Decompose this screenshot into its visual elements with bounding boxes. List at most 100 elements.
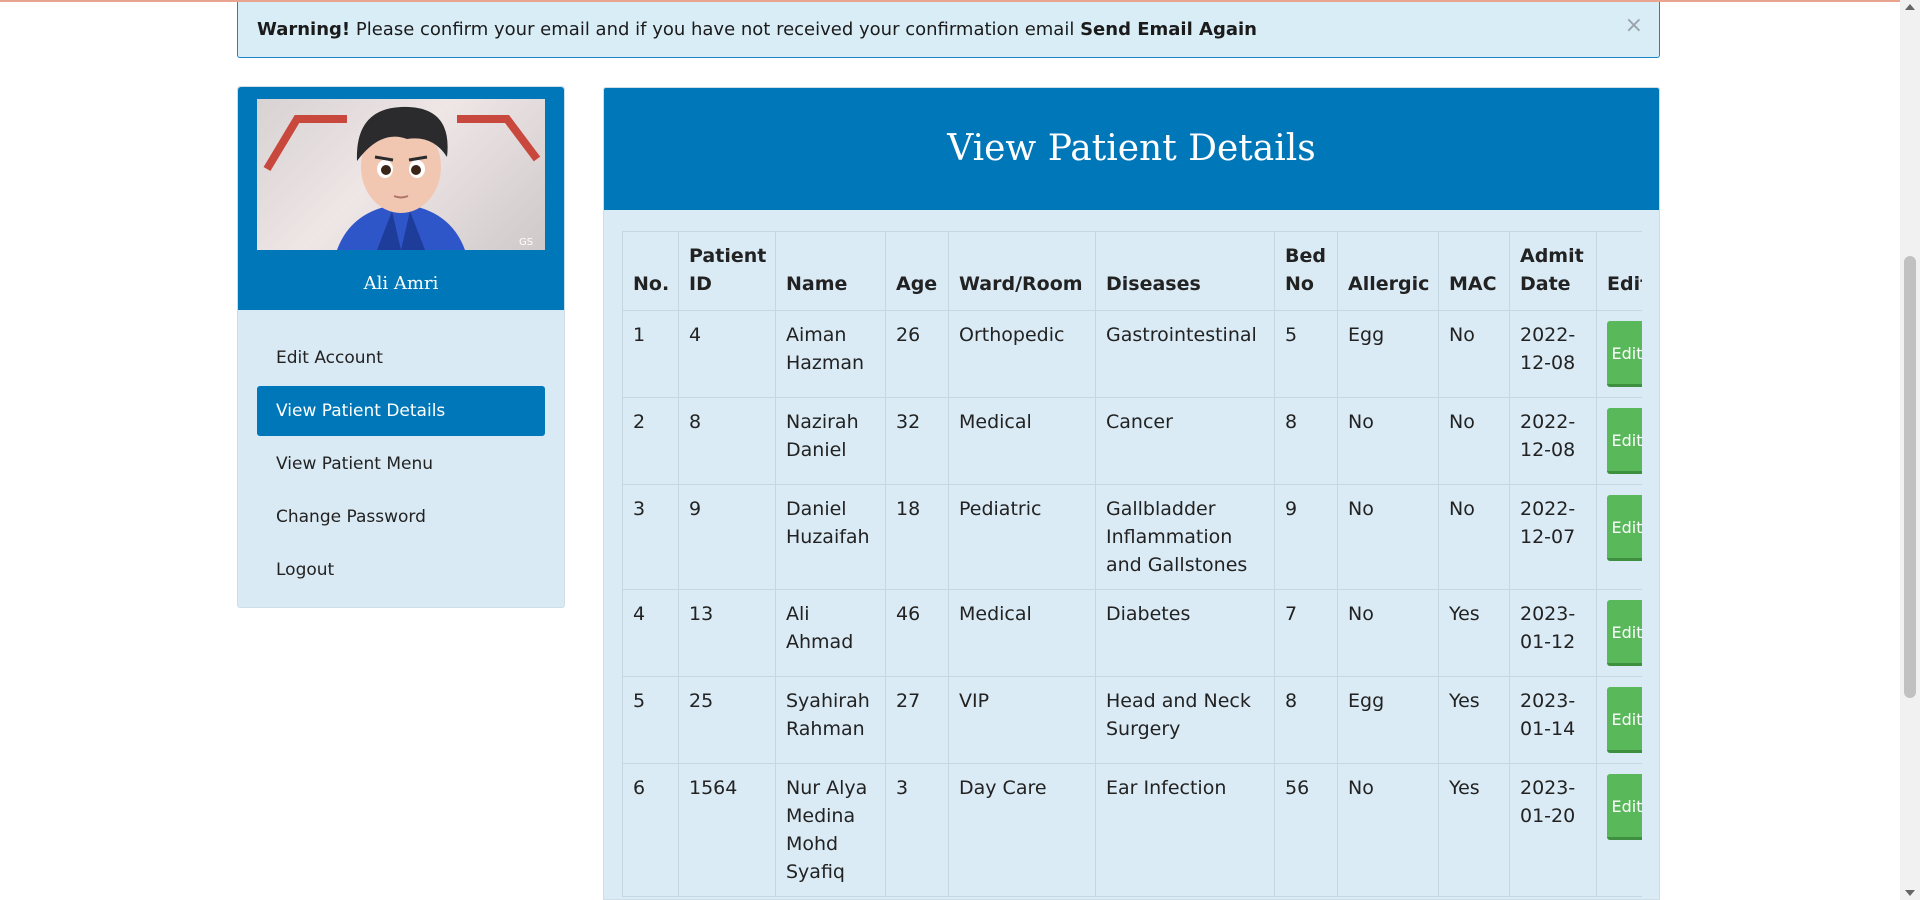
table-cell: 2023-01-12 <box>1509 589 1597 677</box>
table-cell: 25 <box>678 676 776 764</box>
table-cell: 2 <box>622 397 679 485</box>
user-name: Ali Amri <box>363 273 439 294</box>
table-cell: No <box>1337 763 1439 897</box>
table-cell: Ali Ahmad <box>775 589 886 677</box>
table-row: 2 8 Nazirah Daniel 32 Medical Cancer 8 N… <box>622 397 1642 485</box>
table-cell: Syahirah Rahman <box>775 676 886 764</box>
column-header: Ward/Room <box>948 231 1096 311</box>
edit-button[interactable]: Edit <box>1607 495 1642 561</box>
svg-text:GS: GS <box>519 237 533 248</box>
table-cell: 5 <box>622 676 679 764</box>
column-header: Edit <box>1596 231 1642 311</box>
sidebar-item-change-password[interactable]: Change Password <box>257 492 545 542</box>
patient-table: No. Patient ID Name Age Ward/Room Diseas… <box>622 231 1642 897</box>
table-cell: No <box>1438 310 1510 398</box>
table-cell: Edit <box>1596 484 1642 590</box>
column-header: Bed No <box>1274 231 1338 311</box>
table-cell: Edit <box>1596 676 1642 764</box>
table-cell: Pediatric <box>948 484 1096 590</box>
page-scrollbar[interactable] <box>1900 0 1920 900</box>
sidebar-item-edit-account[interactable]: Edit Account <box>257 333 545 383</box>
table-cell: Edit <box>1596 589 1642 677</box>
table-row: 4 13 Ali Ahmad 46 Medical Diabetes 7 No … <box>622 589 1642 677</box>
table-cell: Yes <box>1438 763 1510 897</box>
table-cell: Medical <box>948 589 1096 677</box>
table-cell: 46 <box>885 589 949 677</box>
table-cell: Edit <box>1596 763 1642 897</box>
column-header: Diseases <box>1095 231 1275 311</box>
scrollbar-thumb[interactable] <box>1904 256 1916 698</box>
table-cell: Aiman Hazman <box>775 310 886 398</box>
edit-button[interactable]: Edit <box>1607 600 1642 666</box>
sidebar-menu: Edit Account View Patient Details View P… <box>257 333 545 598</box>
edit-button[interactable]: Edit <box>1607 321 1642 387</box>
scroll-down-arrow-icon[interactable] <box>1905 890 1915 896</box>
table-cell: 26 <box>885 310 949 398</box>
table-cell: No <box>1337 589 1439 677</box>
table-cell: 8 <box>1274 676 1338 764</box>
table-cell: Edit <box>1596 397 1642 485</box>
table-cell: 8 <box>1274 397 1338 485</box>
table-cell: 2022-12-08 <box>1509 397 1597 485</box>
table-cell: No <box>1438 484 1510 590</box>
table-cell: 2022-12-07 <box>1509 484 1597 590</box>
table-cell: Egg <box>1337 676 1439 764</box>
table-cell: No <box>1438 397 1510 485</box>
table-cell: Nur Alya Medina Mohd Syafiq <box>775 763 886 897</box>
column-header: No. <box>622 231 679 311</box>
sidebar-item-view-patient-details[interactable]: View Patient Details <box>257 386 545 436</box>
sidebar-item-logout[interactable]: Logout <box>257 545 545 595</box>
edit-button[interactable]: Edit <box>1607 774 1642 840</box>
close-icon[interactable]: × <box>1625 0 1643 54</box>
table-header-row: No. Patient ID Name Age Ward/Room Diseas… <box>622 231 1642 311</box>
table-cell: Gallbladder Inflammation and Gallstones <box>1095 484 1275 590</box>
table-cell: Diabetes <box>1095 589 1275 677</box>
table-cell: Cancer <box>1095 397 1275 485</box>
table-cell: Orthopedic <box>948 310 1096 398</box>
scroll-up-arrow-icon[interactable] <box>1905 4 1915 10</box>
table-scroll-container[interactable]: No. Patient ID Name Age Ward/Room Diseas… <box>622 231 1642 897</box>
table-cell: Yes <box>1438 676 1510 764</box>
profile-card: GS Ali Amri <box>238 87 564 310</box>
table-cell: 32 <box>885 397 949 485</box>
alert-strong: Warning! <box>257 19 351 40</box>
table-cell: 4 <box>678 310 776 398</box>
column-header: Age <box>885 231 949 311</box>
table-cell: VIP <box>948 676 1096 764</box>
table-cell: 2023-01-20 <box>1509 763 1597 897</box>
column-header: MAC <box>1438 231 1510 311</box>
table-row: 6 1564 Nur Alya Medina Mohd Syafiq 3 Day… <box>622 763 1642 897</box>
table-cell: 7 <box>1274 589 1338 677</box>
table-cell: 1564 <box>678 763 776 897</box>
table-cell: 13 <box>678 589 776 677</box>
page-title: View Patient Details <box>604 88 1659 210</box>
table-cell: 3 <box>885 763 949 897</box>
alert-message: Please confirm your email and if you hav… <box>350 19 1081 40</box>
table-cell: 4 <box>622 589 679 677</box>
edit-button[interactable]: Edit <box>1607 687 1642 753</box>
table-cell: 9 <box>1274 484 1338 590</box>
table-row: 3 9 Daniel Huzaifah 18 Pediatric Gallbla… <box>622 484 1642 590</box>
edit-button[interactable]: Edit <box>1607 408 1642 474</box>
table-cell: Edit <box>1596 310 1642 398</box>
table-cell: Daniel Huzaifah <box>775 484 886 590</box>
table-cell: 9 <box>678 484 776 590</box>
table-cell: 2022-12-08 <box>1509 310 1597 398</box>
column-header: Admit Date <box>1509 231 1597 311</box>
sidebar-item-view-patient-menu[interactable]: View Patient Menu <box>257 439 545 489</box>
table-cell: Ear Infection <box>1095 763 1275 897</box>
table-cell: 18 <box>885 484 949 590</box>
avatar: GS <box>257 99 545 250</box>
column-header: Patient ID <box>678 231 776 311</box>
column-header: Allergic <box>1337 231 1439 311</box>
sidebar: GS Ali Amri Edit Account View Patient De… <box>237 86 565 608</box>
column-header: Name <box>775 231 886 311</box>
table-cell: Medical <box>948 397 1096 485</box>
table-cell: 2023-01-14 <box>1509 676 1597 764</box>
email-warning-alert: Warning! Please confirm your email and i… <box>237 2 1660 58</box>
patient-details-panel: View Patient Details No. Patient ID Name… <box>603 87 1660 900</box>
table-cell: Egg <box>1337 310 1439 398</box>
send-email-again-link[interactable]: Send Email Again <box>1080 19 1257 40</box>
table-cell: 27 <box>885 676 949 764</box>
table-cell: 8 <box>678 397 776 485</box>
